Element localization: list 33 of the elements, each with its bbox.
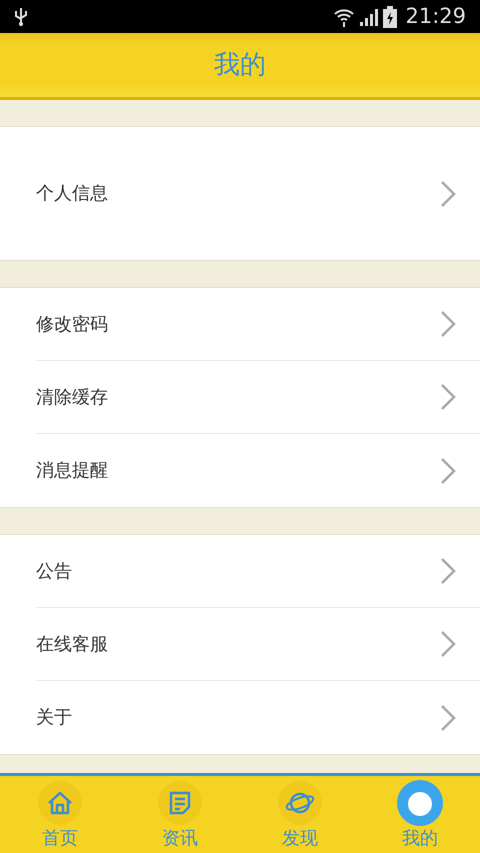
usb-icon xyxy=(14,6,28,26)
item-label: 修改密码 xyxy=(36,312,108,336)
settings-item[interactable]: 消息提醒 xyxy=(36,434,480,507)
chevron-right-icon xyxy=(440,557,456,585)
item-label: 关于 xyxy=(36,706,72,730)
planet-icon xyxy=(277,780,323,826)
settings-item[interactable]: 在线客服 xyxy=(36,608,480,681)
chevron-right-icon xyxy=(440,180,456,208)
chevron-right-icon xyxy=(440,630,456,658)
settings-item[interactable]: 清除缓存 xyxy=(36,361,480,434)
profile-icon xyxy=(397,780,443,826)
settings-item[interactable]: 关于 xyxy=(36,681,480,754)
tab-label: 我的 xyxy=(402,830,438,848)
clock-time: 21:29 xyxy=(405,2,466,30)
document-icon xyxy=(157,780,203,826)
item-label: 清除缓存 xyxy=(36,386,108,410)
item-label: 在线客服 xyxy=(36,632,108,656)
settings-item[interactable]: 公告 xyxy=(36,535,480,608)
chevron-right-icon xyxy=(440,456,456,484)
battery-icon xyxy=(383,6,398,28)
signal-icon xyxy=(359,6,380,26)
item-label: 公告 xyxy=(36,560,72,584)
settings-item[interactable]: 修改密码 xyxy=(36,288,480,361)
chevron-right-icon xyxy=(440,704,456,732)
tab-label: 首页 xyxy=(42,830,78,848)
tab-label: 资讯 xyxy=(162,830,198,848)
page-title: 我的 xyxy=(214,48,266,82)
item-label: 消息提醒 xyxy=(36,459,108,483)
chevron-right-icon xyxy=(440,310,456,338)
home-icon xyxy=(37,780,83,826)
tab-label: 发现 xyxy=(282,830,318,848)
chevron-right-icon xyxy=(440,383,456,411)
item-label: 个人信息 xyxy=(36,182,108,206)
